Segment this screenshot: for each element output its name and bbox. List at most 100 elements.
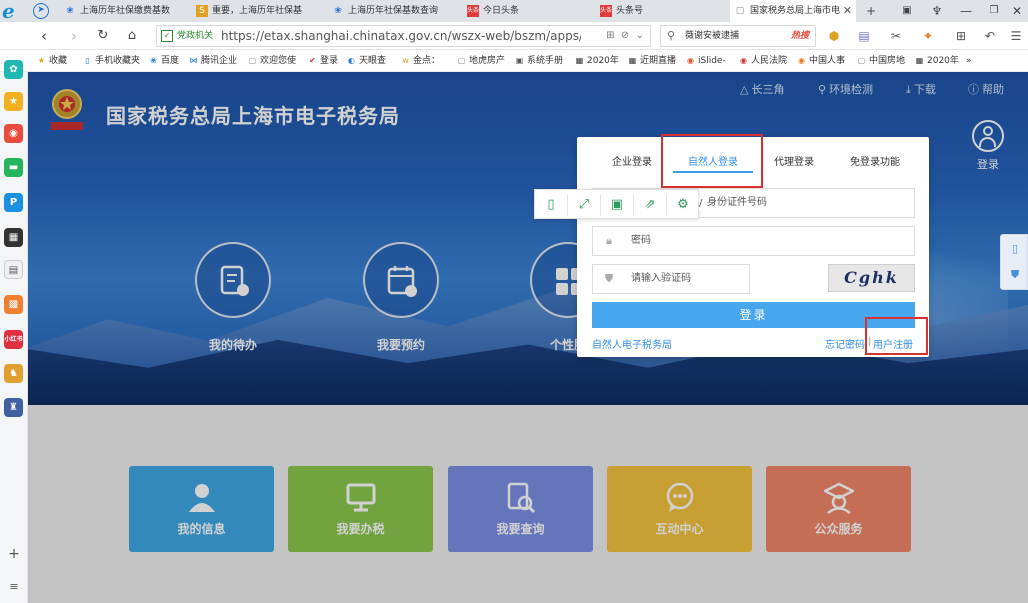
browser-logo-icon: e <box>2 0 15 23</box>
weibo-icon[interactable]: ◉ <box>4 124 23 143</box>
bookmark-item[interactable]: ▯ 手机收藏夹 <box>82 50 140 72</box>
annotation-box <box>865 317 928 355</box>
bookmark-item[interactable]: ❀ 百度 <box>148 50 179 72</box>
bookmark-item[interactable]: ▦ 近期直播 <box>627 50 676 72</box>
minimize-icon[interactable]: — <box>955 0 977 22</box>
page-icon: ▢ <box>857 56 866 65</box>
mobile-icon[interactable]: ▯ <box>1007 241 1023 257</box>
browser-tab[interactable]: ❀ 上海历年社保基数查询 <box>328 0 458 22</box>
scissors-icon[interactable]: ✂ <box>888 28 904 44</box>
shield-badge-icon[interactable]: ⛊ <box>1007 267 1023 283</box>
navigate-icon[interactable]: ➤ <box>33 3 49 19</box>
url-input[interactable]: ✓ 党政机关 https://etax.shanghai.chinatax.go… <box>156 25 651 47</box>
qr-app-icon[interactable]: ▦ <box>4 228 23 247</box>
court-icon: ◉ <box>740 56 747 65</box>
fullscreen-icon[interactable]: ⤢ <box>573 194 595 216</box>
xiaohongshu-icon[interactable]: 小红书 <box>4 330 23 349</box>
tianyancha-icon: ◐ <box>348 56 355 65</box>
phone-icon: ▯ <box>85 56 90 65</box>
game2-app-icon[interactable]: ♞ <box>4 364 23 383</box>
bookmark-item[interactable]: ▣ 系统手册 <box>514 50 563 72</box>
home-icon[interactable]: ⌂ <box>122 26 142 46</box>
browser-tab-active[interactable]: ▢ 国家税务总局上海市电 ✕ <box>730 0 856 22</box>
bookmark-item[interactable]: ◉ iSlide- <box>685 50 726 72</box>
new-tab-button[interactable]: + <box>860 0 882 22</box>
paw-icon: ❀ <box>150 56 157 65</box>
bookmark-item[interactable]: ▦ 2020年 <box>574 50 619 72</box>
settings-icon[interactable]: ⚙ <box>672 194 694 216</box>
restore-icon[interactable]: ❐ <box>983 0 1005 22</box>
close-window-icon[interactable]: ✕ <box>1006 0 1028 22</box>
address-bar: ‹ › ↻ ⌂ ✓ 党政机关 https://etax.shanghai.chi… <box>0 22 1028 50</box>
browser-tab[interactable]: 头条 头条号 <box>596 0 726 22</box>
browser-sidebar: ✿ ★ ◉ ▬ P ▦ ▤ ▩ 小红书 ♞ ♜ + ≡ <box>0 60 28 603</box>
bookmark-item[interactable]: ✔ 登录 <box>307 50 338 72</box>
qr-icon: ▦ <box>915 56 924 65</box>
phone-mode-icon[interactable]: ▯ <box>540 194 562 216</box>
share-icon[interactable]: ⇗ <box>639 194 661 216</box>
bookmark-item[interactable]: w 金点： <box>400 50 440 72</box>
password-input[interactable]: 🔒︎ 密码 <box>592 226 915 256</box>
sidebar-menu-icon[interactable]: ≡ <box>0 580 28 593</box>
close-tab-icon[interactable]: ✕ <box>843 0 852 22</box>
refresh-icon[interactable]: ↻ <box>93 26 113 46</box>
bookmark-item[interactable]: ◐ 天眼查 <box>346 50 386 72</box>
hot-search-badge: 热搜 <box>790 31 809 41</box>
browser-tab[interactable]: ❀ 上海历年社保缴费基数 <box>60 0 190 22</box>
favorites-icon[interactable]: ★ <box>4 92 23 111</box>
sidebar-app-icon[interactable]: ✿ <box>4 60 23 79</box>
tab-list-icon[interactable]: ▣ <box>896 0 918 22</box>
bookmark-item[interactable]: ◉ 中国人事 <box>796 50 845 72</box>
save-icon[interactable]: ▣ <box>606 194 628 216</box>
qr-icon: ▦ <box>575 56 584 65</box>
floating-toolbar: ▯ ⤢ ▣ ⇗ ⚙ <box>534 189 699 219</box>
tencent-icon: ⋈ <box>189 56 198 65</box>
browser-tab[interactable]: S 重要，上海历年社保基 <box>192 0 326 22</box>
back-icon[interactable]: ‹ <box>34 26 54 46</box>
grid-icon[interactable]: ⊞ <box>953 28 969 44</box>
bookmark-item[interactable]: ◉ 人民法院 <box>738 50 787 72</box>
tab-no-login[interactable]: 免登录功能 <box>839 153 911 173</box>
toutiao-icon: 头条 <box>600 5 612 17</box>
islide-icon: ◉ <box>687 56 694 65</box>
menu-icon[interactable]: ☰ <box>1008 28 1024 44</box>
game-app-icon[interactable]: ▩ <box>4 295 23 314</box>
forgot-password-link[interactable]: 忘记密码 <box>825 336 865 351</box>
natural-person-bureau-link[interactable]: 自然人电子税务局 <box>592 336 672 351</box>
paw-icon: ❀ <box>66 6 74 16</box>
game-icon[interactable]: ✦ <box>920 28 936 44</box>
bookmarks-more-button[interactable]: » <box>966 50 972 72</box>
bookmark-item[interactable]: ▢ 地虎房产 <box>456 50 505 72</box>
captcha-image[interactable]: Cghk <box>828 264 915 292</box>
forward-icon[interactable]: › <box>64 26 84 46</box>
tab-enterprise-login[interactable]: 企业登录 <box>601 153 663 173</box>
id-placeholder-fragment: / <box>699 197 703 211</box>
shield-icon[interactable]: ⬢ <box>826 28 842 44</box>
bookmark-item[interactable]: ▢ 欢迎您使 <box>247 50 296 72</box>
notes-icon[interactable]: ▤ <box>4 260 23 279</box>
tax-icon: ▣ <box>515 56 524 65</box>
url-tools[interactable]: ⊞ ⊘ ⌄ <box>606 26 644 46</box>
translate-icon[interactable]: ▤ <box>856 28 872 44</box>
bookmark-item[interactable]: ▢ 中国房地 <box>856 50 905 72</box>
search-input[interactable]: ⚲ 薇谢安被逮捕 热搜 <box>660 25 816 47</box>
shirt-icon[interactable]: ♆ <box>926 0 948 22</box>
undo-icon[interactable]: ↶ <box>982 28 998 44</box>
w-icon: w <box>402 56 409 65</box>
sidebar-add-icon[interactable]: + <box>0 546 28 562</box>
bookmark-item[interactable]: ▦ 2020年 <box>914 50 959 72</box>
game3-app-icon[interactable]: ♜ <box>4 398 23 417</box>
green-app-icon[interactable]: ▬ <box>4 158 23 177</box>
login-panel: 企业登录 自然人登录 代理登录 免登录功能 身份证件号码 🔒︎ 密码 ⛊ 请输入… <box>577 134 929 357</box>
tab-agent-login[interactable]: 代理登录 <box>763 153 825 173</box>
p-app-icon[interactable]: P <box>4 193 23 212</box>
lock-icon: 🔒︎ <box>606 234 612 247</box>
gov-shield-icon: ✓ <box>161 30 173 42</box>
page-icon: ▢ <box>457 56 466 65</box>
star-icon: ★ <box>37 56 46 65</box>
page-icon: ▢ <box>735 6 745 16</box>
browser-tab[interactable]: 头条 今日头条 <box>463 0 593 22</box>
bookmark-item[interactable]: ⋈ 腾讯企业 <box>188 50 238 72</box>
bookmark-item[interactable]: ★ 收藏 <box>36 50 67 72</box>
captcha-input[interactable]: ⛊ 请输入验证码 <box>592 264 750 294</box>
